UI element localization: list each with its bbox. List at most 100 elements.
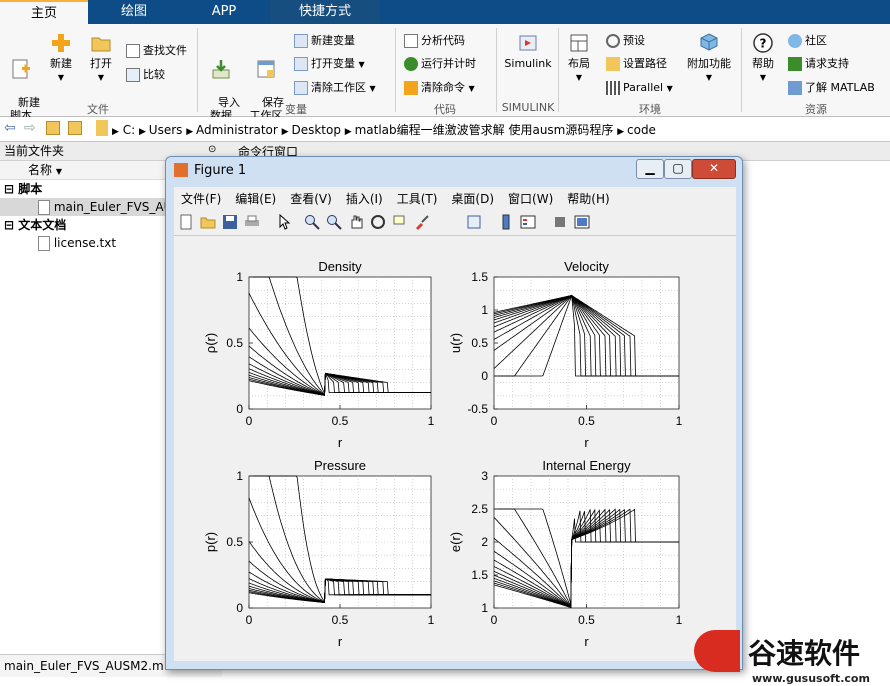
save-workspace-icon [257,60,275,78]
set-path-button[interactable]: 设置路径 [606,55,667,73]
menu-help[interactable]: 帮助(H) [560,187,616,210]
x-axis-label: r [338,634,343,649]
compare-button[interactable]: 比较 [126,66,165,84]
menu-window[interactable]: 窗口(W) [501,187,560,210]
x-tick-label: 1 [676,414,683,428]
pointer-icon[interactable] [276,214,292,230]
set-path-icon [606,57,620,71]
simulink-button[interactable]: Simulink [500,32,556,70]
link-plot-icon[interactable] [466,214,482,230]
menu-view[interactable]: 查看(V) [283,187,339,210]
menu-desktop[interactable]: 桌面(D) [444,187,501,210]
menu-insert[interactable]: 插入(I) [339,187,390,210]
x-tick-label: 0 [491,414,498,428]
layout-button[interactable]: 布局 ▼ [562,32,596,84]
preferences-label: 预设 [623,34,645,47]
breadcrumb-item[interactable]: Desktop [291,123,341,137]
open-variable-button[interactable]: 打开变量 ▼ [294,55,365,73]
run-and-time-button[interactable]: 运行并计时 [404,55,476,73]
group-divider [558,28,559,112]
zoom-in-icon[interactable] [304,214,320,230]
y-tick-label: 1 [481,601,488,615]
open-button[interactable]: 打开 ▼ [84,32,118,84]
text-file-icon [38,236,50,251]
minimize-button[interactable]: ▁ [636,159,664,179]
run-time-icon [404,57,418,71]
subplot-3: Pressure 0 0.5 1 0 0.5 1 r p(r) [203,458,435,649]
menu-edit[interactable]: 编辑(E) [228,187,283,210]
open-file-icon[interactable] [200,214,216,230]
y-tick-label: 1 [236,270,243,284]
add-ons-button[interactable]: 附加功能 ▼ [684,32,734,84]
forward-arrow-icon[interactable]: ⇨ [24,120,36,136]
brush-icon[interactable] [414,214,430,230]
back-arrow-icon[interactable]: ⇦ [4,120,16,136]
menu-tools[interactable]: 工具(T) [390,187,445,210]
analyze-code-label: 分析代码 [421,34,465,47]
new-variable-button[interactable]: 新建变量 [294,32,355,50]
breadcrumb-item[interactable]: matlab编程一维激波管求解 使用ausm源码程序 [355,123,614,137]
parallel-button[interactable]: Parallel ▼ [606,79,673,97]
y-tick-label: -0.5 [467,402,488,416]
y-tick-label: 0.5 [226,336,243,350]
data-cursor-icon[interactable] [392,214,408,230]
simulink-icon [519,35,537,51]
open-variable-icon [294,57,308,71]
figure-canvas[interactable]: Density0 0.5 100.51rρ(r)Velocity0 0.5 1-0.50… [174,236,736,661]
pan-hand-icon[interactable] [348,214,364,230]
browse-folder-icon[interactable] [68,121,82,135]
new-figure-icon[interactable] [178,214,194,230]
colorbar-icon[interactable] [498,214,514,230]
print-icon[interactable] [244,214,260,230]
y-tick-label: 0 [236,601,243,615]
community-button[interactable]: 社区 [788,32,827,50]
open-label: 打开 [90,57,112,70]
clear-workspace-icon [294,81,308,95]
breadcrumb-item[interactable]: Administrator [196,123,278,137]
help-label: 帮助 [752,57,774,70]
tab-plots[interactable]: 绘图 [90,0,178,24]
folder-open-icon [91,37,111,52]
find-files-button[interactable]: 查找文件 [126,42,187,60]
find-files-label: 查找文件 [143,44,187,57]
group-label-file: 文件 [87,103,109,116]
tab-home[interactable]: 主页 [0,0,88,24]
request-support-button[interactable]: 请求支持 [788,55,849,73]
new-button[interactable]: 新建 ▼ [44,32,78,84]
help-button[interactable]: ? 帮助 ▼ [746,32,780,84]
analyze-code-button[interactable]: 分析代码 [404,32,465,50]
menu-file[interactable]: 文件(F) [174,187,228,210]
add-ons-icon [700,33,718,51]
show-plot-tools-icon[interactable] [574,214,590,230]
zoom-out-icon[interactable] [326,214,342,230]
rotate-3d-icon[interactable] [370,214,386,230]
open-variable-label: 打开变量 [311,57,355,70]
learn-matlab-button[interactable]: 了解 MATLAB [788,79,875,97]
hide-plot-tools-icon[interactable] [552,214,568,230]
close-button[interactable]: ✕ [692,159,736,179]
y-tick-label: 1 [236,469,243,483]
watermark: 谷速软件 www.gususoft.com [690,630,890,686]
new-variable-icon [294,34,308,48]
tab-shortcuts[interactable]: 快捷方式 [270,0,380,24]
watermark-url: www.gususoft.com [752,672,870,685]
preferences-button[interactable]: 预设 [606,32,645,50]
y-tick-label: 3 [481,469,488,483]
x-tick-label: 0.5 [332,414,349,428]
legend-icon[interactable] [520,214,536,230]
maximize-button[interactable]: ▢ [664,159,692,179]
x-tick-label: 1 [428,414,435,428]
save-icon[interactable] [222,214,238,230]
breadcrumb-item[interactable]: code [627,123,656,137]
panel-menu-icon[interactable]: ⊙ [208,144,216,155]
x-tick-label: 0 [246,414,253,428]
breadcrumb-item[interactable]: C: [123,123,135,137]
tab-apps[interactable]: APP [180,0,268,24]
clear-commands-button[interactable]: 清除命令 ▼ [404,79,475,97]
clear-workspace-button[interactable]: 清除工作区 ▼ [294,79,376,97]
layout-label: 布局 [568,57,590,70]
breadcrumb-item[interactable]: Users [149,123,183,137]
group-label-variable: 变量 [285,103,307,116]
up-folder-icon[interactable] [46,121,60,135]
name-column-label: 名称 [28,163,53,177]
